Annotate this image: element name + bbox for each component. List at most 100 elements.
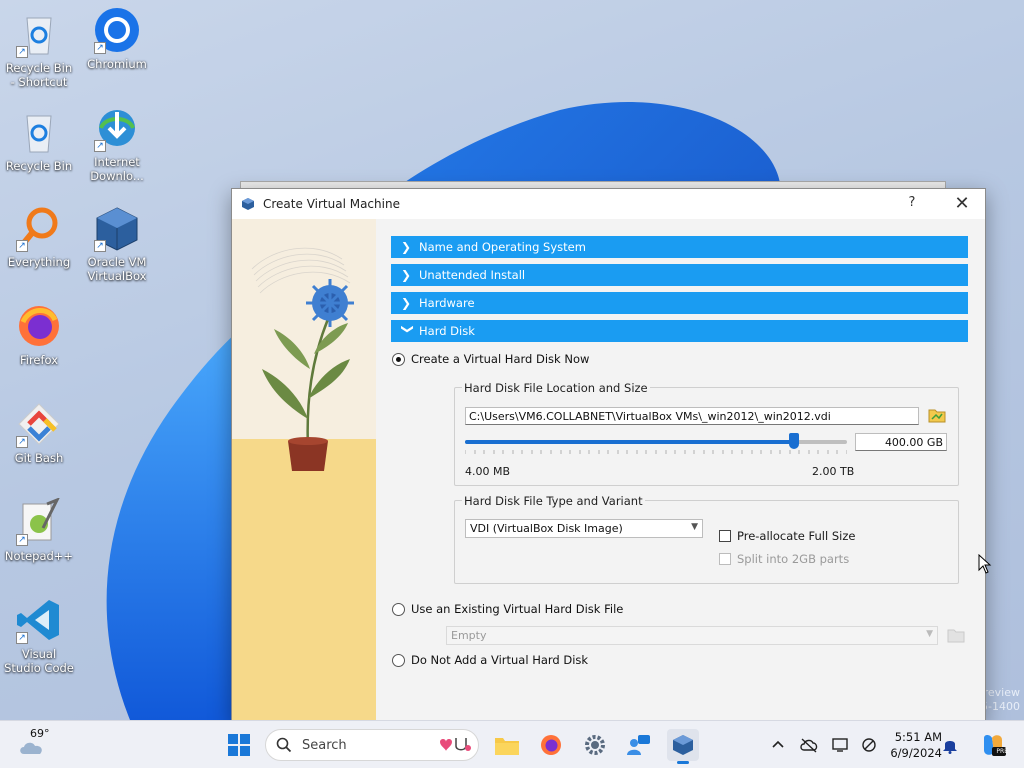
virtualbox-icon: [242, 198, 254, 210]
active-app-indicator: [677, 761, 689, 764]
internet-download-manager-icon: ↗: [93, 104, 141, 152]
mouse-cursor-icon: [978, 554, 992, 574]
start-button[interactable]: [223, 729, 255, 761]
desktop-icon-firefox[interactable]: Firefox: [2, 302, 76, 367]
dialog-titlebar[interactable]: Create Virtual Machine ? ✕: [232, 189, 985, 219]
desktop-icon-label: Internet Downlo...: [90, 155, 144, 183]
desktop-icon-virtualbox[interactable]: ↗ Oracle VM VirtualBox: [80, 204, 154, 283]
disk-size-slider[interactable]: [465, 433, 847, 449]
shortcut-arrow-icon: ↗: [94, 42, 106, 54]
option-create-new-disk[interactable]: Create a Virtual Hard Disk Now: [392, 352, 589, 366]
disk-type-group: Hard Disk File Type and Variant VDI (Vir…: [454, 494, 959, 584]
option-no-disk[interactable]: Do Not Add a Virtual Hard Disk: [392, 653, 588, 667]
desktop-icon-everything[interactable]: ↗ Everything: [2, 204, 76, 269]
shortcut-arrow-icon: ↗: [16, 240, 28, 252]
folder-browse-icon[interactable]: [928, 407, 946, 423]
wizard-content: ❯ Name and Operating System ❯ Unattended…: [391, 236, 968, 348]
desktop-icon-chromium[interactable]: ↗ Chromium: [80, 6, 154, 71]
taskbar: 69° Search 5:51 AM 6/9/2024 PRE: [0, 720, 1024, 768]
desktop-icon-notepad-plus-plus[interactable]: ↗ Notepad++: [2, 497, 76, 563]
search-highlight-hearts-icon: [440, 738, 471, 751]
desktop-icon-label: Git Bash: [14, 451, 64, 465]
desktop-icon-git-bash[interactable]: ↗ Git Bash: [2, 400, 76, 465]
slider-max-label: 2.00 TB: [812, 465, 855, 478]
existing-disk-select[interactable]: Empty ▼: [446, 626, 938, 645]
option-use-existing-disk[interactable]: Use an Existing Virtual Hard Disk File: [392, 602, 623, 616]
taskbar-settings[interactable]: [579, 729, 611, 761]
section-hardware[interactable]: ❯ Hardware: [391, 292, 968, 314]
section-hard-disk[interactable]: ❯ Hard Disk: [391, 320, 968, 342]
shortcut-arrow-icon: ↗: [16, 46, 28, 58]
everything-search-icon: ↗: [15, 204, 63, 252]
desktop-icon-label: Everything: [7, 255, 71, 269]
wizard-illustration: [232, 219, 376, 722]
windows-logo-icon: [228, 734, 250, 756]
desktop-icon-internet-download-manager[interactable]: ↗ Internet Downlo...: [80, 104, 154, 183]
dialog-title: Create Virtual Machine: [263, 197, 400, 211]
radio-create-new-disk[interactable]: [392, 352, 405, 366]
taskbar-virtualbox[interactable]: [667, 729, 699, 764]
section-unattended-install[interactable]: ❯ Unattended Install: [391, 264, 968, 286]
shortcut-arrow-icon: ↗: [94, 140, 106, 152]
folder-icon: [495, 738, 519, 755]
disk-size-input[interactable]: 400.00 GB: [855, 433, 947, 451]
preallocate-checkbox[interactable]: Pre-allocate Full Size: [719, 529, 855, 543]
taskbar-file-explorer[interactable]: [491, 729, 523, 761]
desktop-icon-label: Recycle Bin - Shortcut: [5, 61, 73, 89]
section-name-os[interactable]: ❯ Name and Operating System: [391, 236, 968, 258]
taskbar-search[interactable]: Search: [265, 729, 479, 761]
disk-type-select[interactable]: VDI (VirtualBox Disk Image) ▼: [465, 519, 703, 538]
git-bash-icon: ↗: [15, 400, 63, 448]
preview-badge-text: PRE: [996, 748, 1008, 755]
desktop-icon-label: Oracle VM VirtualBox: [87, 255, 147, 283]
close-button[interactable]: ✕: [951, 193, 973, 214]
disk-location-group: Hard Disk File Location and Size C:\User…: [454, 381, 959, 486]
existing-disk-browse-icon[interactable]: [947, 627, 965, 643]
display-icon[interactable]: [832, 737, 850, 753]
gear-icon: [585, 735, 605, 755]
desktop-icon-recycle-bin-shortcut[interactable]: ↗ Recycle Bin - Shortcut: [2, 10, 76, 89]
firefox-icon: [15, 302, 63, 350]
taskbar-people-app[interactable]: [623, 729, 655, 761]
network-disconnected-icon[interactable]: [860, 737, 878, 753]
radio-no-disk[interactable]: [392, 653, 405, 667]
copilot-button[interactable]: PRE: [977, 729, 1009, 761]
desktop-icon-label: Visual Studio Code: [4, 647, 74, 675]
taskbar-firefox[interactable]: [535, 729, 567, 761]
virtualbox-icon: ↗: [93, 204, 141, 252]
firefox-icon: [541, 735, 561, 755]
desktop-icon-label: Recycle Bin: [5, 159, 73, 173]
desktop-icon-label: Chromium: [87, 57, 147, 71]
shortcut-arrow-icon: ↗: [16, 436, 28, 448]
notepad-plus-plus-icon: ↗: [15, 497, 63, 546]
shortcut-arrow-icon: ↗: [94, 240, 106, 252]
split-2gb-checkbox[interactable]: Split into 2GB parts: [719, 552, 849, 566]
radio-use-existing-disk[interactable]: [392, 602, 405, 616]
disk-size-slider-thumb[interactable]: [789, 433, 799, 449]
slider-ticks: [465, 450, 847, 454]
system-tray: [770, 721, 878, 768]
slider-min-label: 4.00 MB: [465, 465, 511, 478]
recycle-bin-icon: ↗: [15, 10, 63, 58]
cloud-offline-icon[interactable]: [800, 737, 818, 753]
desktop-icon-vscode[interactable]: ↗ Visual Studio Code: [2, 596, 76, 675]
people-chat-icon: [627, 735, 650, 755]
cloud-icon: [20, 742, 42, 754]
recycle-bin-icon: [15, 108, 63, 156]
desktop-icon-label: Firefox: [19, 353, 59, 367]
chevron-right-icon: ❯: [401, 268, 412, 282]
help-button[interactable]: ?: [903, 195, 921, 210]
taskbar-clock[interactable]: 5:51 AM 6/9/2024: [890, 729, 942, 761]
os-watermark: review 5-1400: [981, 686, 1020, 713]
bell-icon: [943, 741, 957, 754]
weather-widget[interactable]: 69°: [18, 727, 50, 759]
search-icon: [276, 737, 292, 753]
create-vm-dialog: Create Virtual Machine ? ✕ ❯ Name and Op…: [231, 188, 986, 722]
disk-path-input[interactable]: C:\Users\VM6.COLLABNET\VirtualBox VMs\_w…: [465, 407, 919, 425]
chevron-down-icon: ❯: [401, 324, 415, 335]
chevron-up-icon[interactable]: [770, 737, 786, 753]
chevron-down-icon: ▼: [691, 522, 698, 532]
desktop-icon-recycle-bin[interactable]: Recycle Bin: [2, 108, 76, 173]
notifications-button[interactable]: [940, 729, 960, 761]
chromium-icon: ↗: [93, 6, 141, 54]
